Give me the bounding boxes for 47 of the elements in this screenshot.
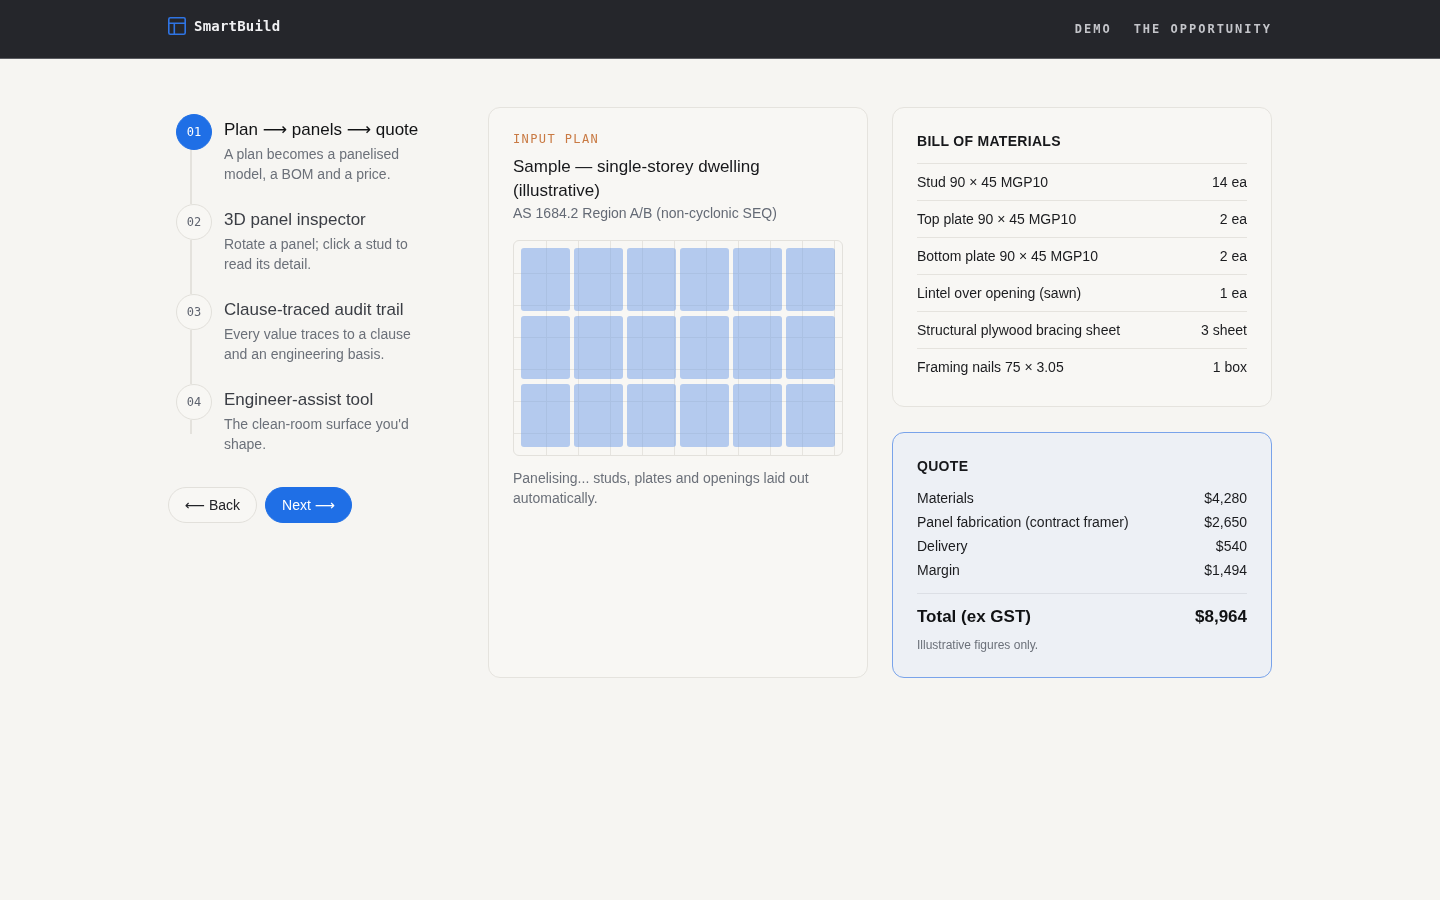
total-label: Total (ex GST) [917, 606, 1031, 628]
step-description: Rotate a panel; click a stud to read its detail. [224, 235, 409, 274]
material-name: Framing nails 75 × 3.05 [917, 359, 1064, 375]
step-number[interactable]: 03 [176, 294, 212, 330]
material-quantity: 2 ea [1219, 248, 1247, 264]
material-name: Bottom plate 90 × 45 MGP10 [917, 248, 1098, 264]
material-name: Lintel over opening (sawn) [917, 285, 1082, 301]
total-amount: $8,964 [1195, 606, 1247, 628]
layout-icon [168, 17, 186, 35]
material-name: Top plate 90 × 45 MGP10 [917, 211, 1077, 227]
step-title: Clause-traced audit trail [224, 299, 405, 321]
brand-name: SmartBuild [194, 17, 281, 35]
cost-label: Materials [917, 489, 974, 508]
section-title: BILL OF MATERIALS [917, 132, 1062, 150]
step-description: Every value traces to a clause and an engineering basis. [224, 325, 412, 364]
nav-link[interactable]: THE OPPORTUNITY [1133, 21, 1272, 37]
material-quantity: 1 box [1212, 359, 1247, 375]
plan-subtitle: AS 1684.2 Region A/B (non-cyclonic SEQ) [513, 204, 778, 223]
material-name: Stud 90 × 45 MGP10 [917, 174, 1049, 190]
step-title: 3D panel inspector [224, 209, 367, 231]
step-number[interactable]: 02 [176, 204, 212, 240]
step-title: Plan ⟶ panels ⟶ quote [224, 119, 420, 141]
plan-title: Sample — single-storey dwelling (illustrative) [513, 156, 761, 202]
cost-label: Margin [917, 561, 960, 580]
material-quantity: 3 sheet [1201, 322, 1247, 338]
cost-label: Delivery [917, 537, 968, 556]
cost-amount: $2,650 [1204, 513, 1247, 532]
step-number[interactable]: 01 [176, 114, 212, 150]
step-title: Engineer-assist tool [224, 389, 375, 411]
cost-amount: $540 [1215, 537, 1247, 556]
cost-amount: $4,280 [1204, 489, 1247, 508]
back-button[interactable]: ⟵ Back [168, 487, 258, 523]
material-name: Structural plywood bracing sheet [917, 322, 1121, 338]
step-description: A plan becomes a panelised model, a BOM and a price. [224, 145, 401, 184]
step-description: The clean-room surface you'd shape. [224, 415, 410, 454]
nav-link[interactable]: DEMO [1074, 21, 1112, 37]
cost-amount: $1,494 [1204, 561, 1247, 580]
material-quantity: 14 ea [1211, 174, 1247, 190]
caption-text: Panelising... studs, plates and openings laid out automatically. [513, 469, 810, 508]
material-quantity: 1 ea [1219, 285, 1247, 301]
step-number[interactable]: 04 [176, 384, 212, 420]
section-title: QUOTE [917, 457, 970, 475]
material-quantity: 2 ea [1219, 211, 1247, 227]
cost-label: Panel fabrication (contract framer) [917, 513, 1129, 532]
eyebrow-label: INPUT PLAN [513, 132, 601, 146]
next-button[interactable]: Next ⟶ [265, 487, 352, 523]
note-text: Illustrative figures only. [917, 637, 1040, 653]
